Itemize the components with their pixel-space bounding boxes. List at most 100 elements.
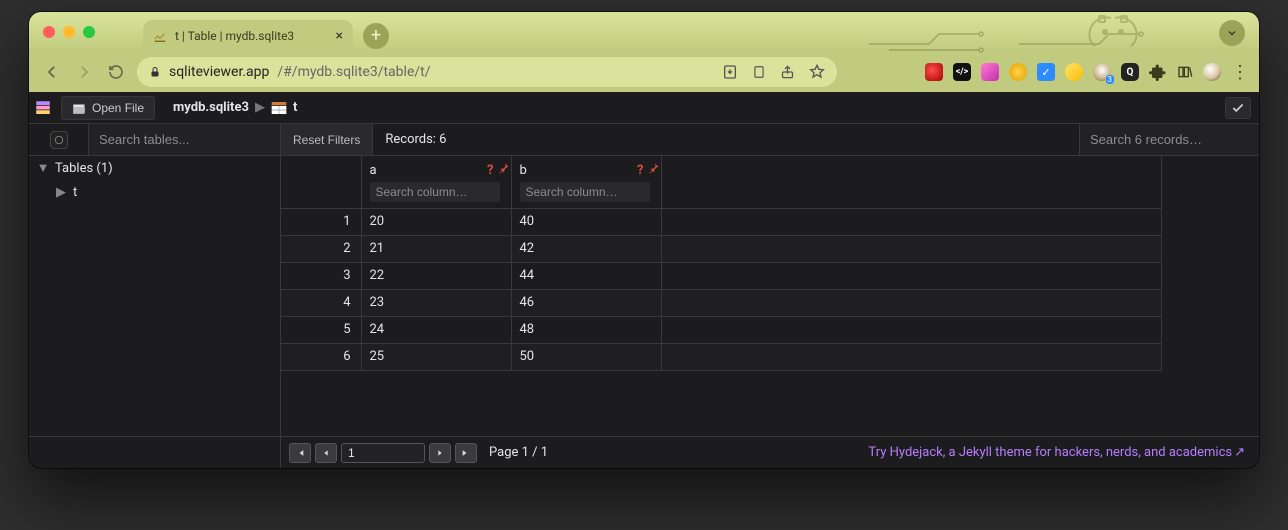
open-file-button[interactable]: Open File xyxy=(61,96,155,120)
row-number-header xyxy=(281,156,361,208)
external-link-icon: ↗ xyxy=(1234,445,1245,460)
url-host: sqliteviewer.app xyxy=(169,64,269,80)
window-controls xyxy=(43,26,95,38)
table-row[interactable]: 22142 xyxy=(281,235,1161,262)
breadcrumb: mydb.sqlite3 ▶ t xyxy=(173,100,297,115)
cell[interactable]: 44 xyxy=(511,262,661,289)
tables-group[interactable]: ▼ Tables (1) xyxy=(29,156,280,180)
search-tables-input[interactable] xyxy=(89,124,281,155)
profile-avatar[interactable] xyxy=(1203,63,1221,81)
url-input[interactable]: sqliteviewer.app /#/mydb.sqlite3/table/t/ xyxy=(137,57,837,87)
column-header-a[interactable]: a ? xyxy=(361,156,511,208)
cell[interactable]: 42 xyxy=(511,235,661,262)
breadcrumb-table[interactable]: t xyxy=(293,100,297,115)
address-bar: sqliteviewer.app /#/mydb.sqlite3/table/t/… xyxy=(29,52,1259,92)
bookmark-star-icon[interactable] xyxy=(809,64,825,80)
bookmarks-button[interactable] xyxy=(1177,64,1193,80)
column-search-input[interactable] xyxy=(370,182,500,202)
cell[interactable]: 23 xyxy=(361,289,511,316)
tables-sidebar: ▼ Tables (1) ▶ t xyxy=(29,156,281,436)
sidebar-item-table[interactable]: ▶ t xyxy=(29,180,280,204)
new-tab-button[interactable]: + xyxy=(363,23,389,49)
folder-open-icon xyxy=(72,102,86,114)
nullable-icon[interactable]: ? xyxy=(487,163,493,178)
cell-spacer xyxy=(661,235,1161,262)
table-row[interactable]: 32244 xyxy=(281,262,1161,289)
forward-button[interactable] xyxy=(73,63,95,81)
column-name: a xyxy=(370,163,484,178)
column-search-input[interactable] xyxy=(520,182,650,202)
sidebar-toggle[interactable] xyxy=(29,124,89,155)
prev-page-button[interactable] xyxy=(315,443,337,463)
browser-tab[interactable]: t | Table | mydb.sqlite3 × xyxy=(143,20,353,52)
zoom-window-button[interactable] xyxy=(83,26,95,38)
footer: Page 1 / 1 Try Hydejack, a Jekyll theme … xyxy=(29,436,1259,468)
cell[interactable]: 21 xyxy=(361,235,511,262)
close-window-button[interactable] xyxy=(43,26,55,38)
nullable-icon[interactable]: ? xyxy=(637,163,643,178)
table-icon xyxy=(271,101,287,115)
chevron-down-icon: ▼ xyxy=(37,160,49,176)
install-app-icon[interactable] xyxy=(722,64,738,80)
tab-favicon xyxy=(153,29,167,43)
row-number: 6 xyxy=(281,343,361,370)
search-records-input[interactable] xyxy=(1079,124,1259,155)
breadcrumb-db[interactable]: mydb.sqlite3 xyxy=(173,100,249,115)
table-row[interactable]: 52448 xyxy=(281,316,1161,343)
app-subbar: Reset Filters Records: 6 xyxy=(29,124,1259,156)
table-row[interactable]: 12040 xyxy=(281,208,1161,235)
extension-icon[interactable] xyxy=(1065,63,1083,81)
cell[interactable]: 46 xyxy=(511,289,661,316)
cell[interactable]: 20 xyxy=(361,208,511,235)
next-page-button[interactable] xyxy=(429,443,451,463)
row-number: 3 xyxy=(281,262,361,289)
url-path: /#/mydb.sqlite3/table/t/ xyxy=(277,64,430,80)
extension-icon[interactable] xyxy=(925,63,943,81)
table-row[interactable]: 62550 xyxy=(281,343,1161,370)
column-spacer xyxy=(661,156,1161,208)
titlebar: t | Table | mydb.sqlite3 × + xyxy=(29,12,1259,52)
open-file-label: Open File xyxy=(92,101,144,115)
table-row[interactable]: 42346 xyxy=(281,289,1161,316)
data-grid[interactable]: a ? b ? xyxy=(281,156,1259,436)
extension-icon[interactable]: </> xyxy=(953,63,971,81)
column-name: b xyxy=(520,163,634,178)
tab-overflow-button[interactable] xyxy=(1219,20,1245,46)
pin-icon[interactable] xyxy=(648,162,660,178)
column-header-b[interactable]: b ? xyxy=(511,156,661,208)
cell[interactable]: 48 xyxy=(511,316,661,343)
cell[interactable]: 40 xyxy=(511,208,661,235)
reload-button[interactable] xyxy=(105,64,127,80)
cell-spacer xyxy=(661,262,1161,289)
lock-icon xyxy=(149,66,161,78)
extension-icon[interactable]: Q xyxy=(1121,63,1139,81)
chevron-right-icon: ▶ xyxy=(55,185,67,200)
extension-icon[interactable] xyxy=(1009,63,1027,81)
promo-link[interactable]: Try Hydejack, a Jekyll theme for hackers… xyxy=(868,445,1245,460)
first-page-button[interactable] xyxy=(289,443,311,463)
row-number: 1 xyxy=(281,208,361,235)
row-number: 4 xyxy=(281,289,361,316)
extensions: </> ✓ 3 Q ⋮ xyxy=(925,62,1247,83)
extension-icon[interactable]: ✓ xyxy=(1037,63,1055,81)
pin-icon[interactable] xyxy=(498,162,510,178)
pager: Page 1 / 1 xyxy=(289,443,548,463)
cell[interactable]: 50 xyxy=(511,343,661,370)
last-page-button[interactable] xyxy=(455,443,477,463)
confirm-button[interactable] xyxy=(1225,97,1251,119)
tab-close-icon[interactable]: × xyxy=(336,28,343,44)
page-input[interactable] xyxy=(341,443,425,463)
browser-menu-button[interactable]: ⋮ xyxy=(1231,62,1247,83)
cell[interactable]: 22 xyxy=(361,262,511,289)
theme-decoration xyxy=(869,14,1189,54)
extension-icon[interactable]: 3 xyxy=(1093,63,1111,81)
reader-icon[interactable] xyxy=(752,64,766,80)
extensions-button[interactable] xyxy=(1149,63,1167,81)
back-button[interactable] xyxy=(41,63,63,81)
minimize-window-button[interactable] xyxy=(63,26,75,38)
extension-icon[interactable] xyxy=(981,63,999,81)
cell[interactable]: 24 xyxy=(361,316,511,343)
reset-filters-button[interactable]: Reset Filters xyxy=(281,124,373,155)
share-icon[interactable] xyxy=(780,64,795,80)
cell[interactable]: 25 xyxy=(361,343,511,370)
